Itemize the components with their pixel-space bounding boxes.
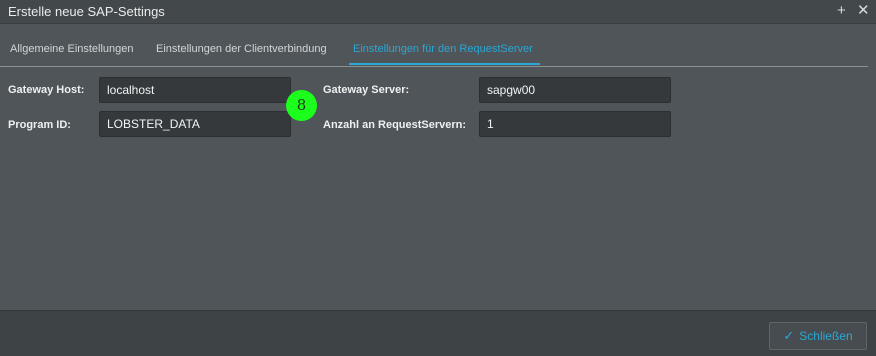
dialog-title: Erstelle neue SAP-Settings [8, 4, 165, 19]
gateway-server-label: Gateway Server: [323, 84, 410, 96]
gateway-host-input[interactable] [99, 77, 291, 103]
request-server-count-label: Anzahl an RequestServern: [323, 119, 467, 131]
check-icon: ✓ [783, 328, 795, 343]
gateway-host-label: Gateway Host: [8, 84, 85, 96]
active-tab-indicator [349, 63, 540, 65]
request-server-count-input[interactable] [479, 111, 671, 137]
close-icon[interactable]: ✕ [857, 2, 870, 20]
dialog-footer: ✓ Schließen [0, 310, 876, 356]
program-id-label: Program ID: [8, 119, 71, 131]
title-bar: Erstelle neue SAP-Settings + ✕ [0, 0, 876, 24]
tab-bar: Allgemeine Einstellungen Einstellungen d… [0, 38, 868, 67]
close-button-label: Schließen [799, 329, 853, 343]
program-id-input[interactable] [99, 111, 291, 137]
sap-settings-dialog: Erstelle neue SAP-Settings + ✕ Allgemein… [0, 0, 876, 356]
gateway-server-input[interactable] [479, 77, 671, 103]
tab-general-settings[interactable]: Allgemeine Einstellungen [10, 43, 134, 55]
step-marker-badge: 8 [286, 90, 317, 121]
maximize-icon[interactable]: + [837, 2, 846, 20]
tab-client-connection[interactable]: Einstellungen der Clientverbindung [156, 43, 327, 55]
close-button[interactable]: ✓ Schließen [769, 322, 867, 350]
tab-request-server[interactable]: Einstellungen für den RequestServer [353, 43, 533, 55]
